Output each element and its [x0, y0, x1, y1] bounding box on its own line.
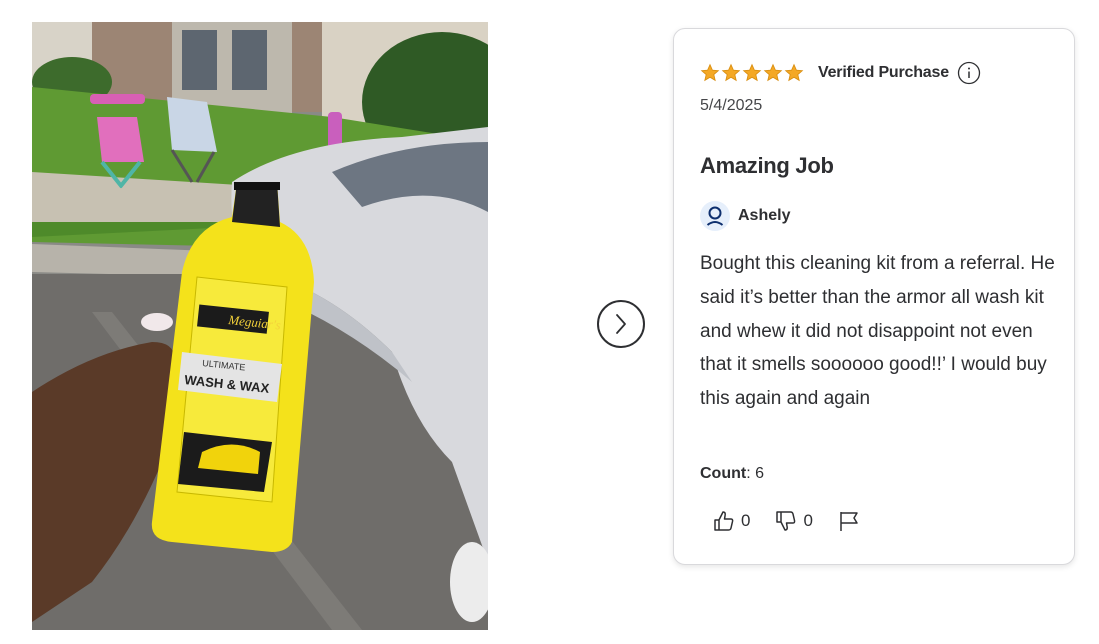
count-attribute: Count: 6 — [700, 465, 764, 483]
review-photo-image: Meguiar's ULTIMATE WASH & WAX — [32, 22, 488, 630]
rating-row: Verified Purchase — [700, 61, 981, 85]
star-icon — [700, 63, 720, 82]
thumbs-down-icon — [776, 511, 796, 531]
helpful-count: 0 — [741, 511, 751, 530]
next-image-button[interactable] — [597, 300, 645, 348]
flag-icon — [840, 512, 858, 531]
review-author: Ashely — [738, 207, 791, 224]
info-icon[interactable] — [957, 61, 981, 85]
review-photo[interactable]: Meguiar's ULTIMATE WASH & WAX — [32, 22, 488, 630]
thumbs-up-icon — [714, 511, 734, 531]
review-body: Bought this cleaning kit from a referral… — [700, 253, 1055, 410]
review-card: Verified Purchase 5/4/2025 Amazing Job A… — [673, 28, 1075, 565]
report-button[interactable] — [837, 509, 861, 533]
review-actions: 0 0 — [712, 509, 861, 533]
user-icon — [706, 206, 724, 226]
verified-purchase-label: Verified Purchase — [818, 64, 949, 81]
star-rating — [700, 63, 804, 83]
star-icon — [721, 63, 741, 82]
review-title: Amazing Job — [700, 153, 834, 178]
unhelpful-count: 0 — [803, 511, 813, 530]
review-date: 5/4/2025 — [700, 97, 763, 114]
author-row: Ashely — [700, 201, 790, 231]
count-value: : 6 — [746, 465, 764, 482]
star-icon — [784, 63, 804, 82]
helpful-button[interactable]: 0 — [712, 509, 750, 533]
star-icon — [742, 63, 762, 82]
star-icon — [763, 63, 783, 82]
unhelpful-button[interactable]: 0 — [774, 509, 813, 533]
chevron-right-icon — [616, 314, 626, 334]
avatar — [700, 201, 730, 231]
count-label: Count — [700, 465, 747, 482]
